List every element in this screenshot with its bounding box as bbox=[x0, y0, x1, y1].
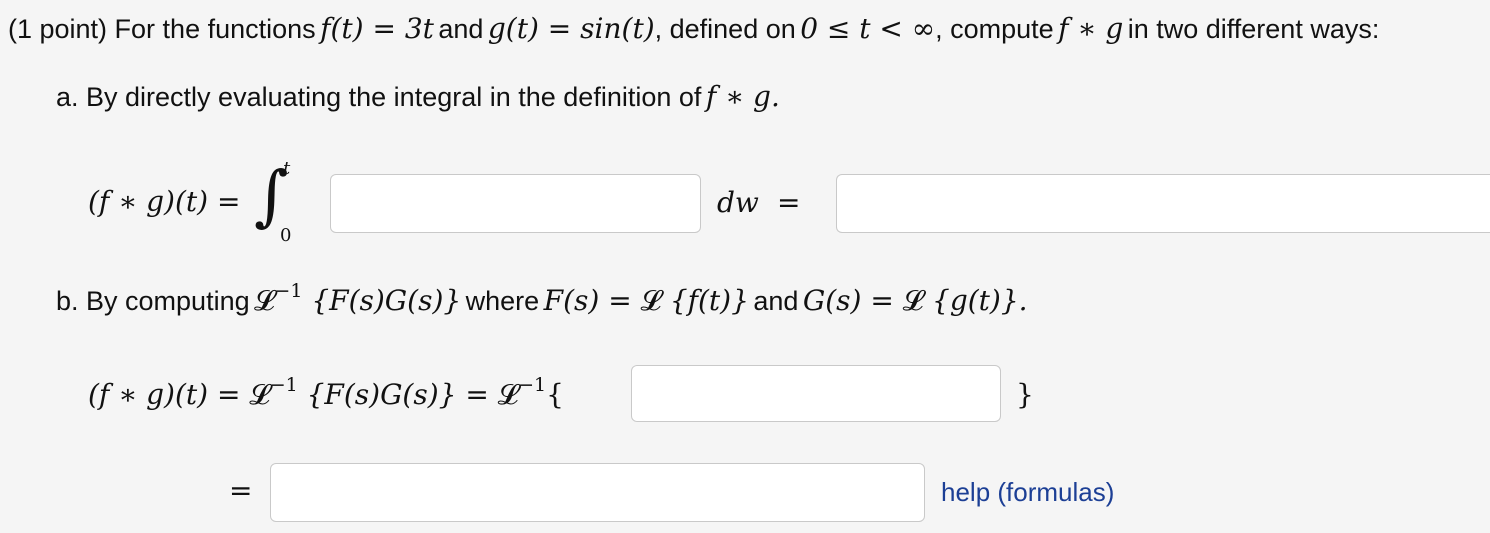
part-a-heading: a. By directly evaluating the integral i… bbox=[56, 80, 780, 113]
g-definition: g(t) = sin(t) bbox=[487, 12, 655, 45]
f-definition: f(t) = 3t bbox=[320, 12, 434, 45]
inverse-laplace-symbol-2: 𝓛 bbox=[249, 378, 270, 411]
part-a-text: a. By directly evaluating the integral i… bbox=[56, 82, 702, 112]
convolution-result-input-b[interactable] bbox=[270, 463, 925, 522]
help-formulas-link[interactable]: help (formulas) bbox=[941, 477, 1114, 508]
inverse-laplace-expression: 𝓛−1 {F(s)G(s)} bbox=[254, 280, 462, 317]
defined-on-text: , defined on bbox=[654, 14, 796, 44]
part-b-middle: {F(s)G(s)} = bbox=[306, 378, 498, 411]
part-b-lhs: (f ∗ g)(t) = bbox=[88, 378, 250, 411]
inverse-exponent: −1 bbox=[274, 280, 303, 302]
part-a-lhs: (f ∗ g)(t) = bbox=[88, 185, 241, 218]
inverse-laplace-symbol: 𝓛 bbox=[254, 284, 275, 317]
G-lhs: G(s) = bbox=[802, 284, 903, 317]
laplace-symbol-f: 𝓛 bbox=[640, 284, 661, 317]
product-braces: {F(s)G(s)} bbox=[311, 284, 462, 317]
part-a-convolution: f ∗ g. bbox=[705, 80, 780, 113]
inverse-laplace-symbol-3: 𝓛 bbox=[497, 378, 519, 411]
G-definition: G(s) = 𝓛 {g(t)}. bbox=[803, 284, 1028, 317]
F-lhs: F(s) = bbox=[543, 284, 641, 317]
transform-product-input[interactable] bbox=[631, 365, 1001, 422]
part-b-equation: (f ∗ g)(t) = 𝓛−1 {F(s)G(s)} = 𝓛−1{ bbox=[88, 374, 564, 412]
open-brace: { bbox=[546, 378, 564, 411]
inverse-exponent-3: −1 bbox=[518, 374, 547, 396]
inverse-exponent-2: −1 bbox=[269, 374, 298, 396]
intro-text: (1 point) For the functions bbox=[8, 14, 316, 44]
part-b-heading: b. By computing 𝓛−1 {F(s)G(s)} where F(s… bbox=[56, 280, 1028, 318]
part-b-text: b. By computing bbox=[56, 286, 250, 316]
integral-upper-limit: t bbox=[283, 158, 291, 179]
F-rhs: {f(t)} bbox=[669, 284, 749, 317]
F-definition: F(s) = 𝓛 {f(t)} bbox=[544, 284, 749, 317]
where-text: where bbox=[465, 286, 540, 316]
domain-expression: 0 ≤ t < ∞ bbox=[800, 12, 936, 45]
dw-label: dw bbox=[717, 186, 759, 219]
problem-statement: (1 point) For the functions f(t) = 3t an… bbox=[8, 12, 1379, 45]
compute-text: , compute bbox=[935, 14, 1054, 44]
and-text-b: and bbox=[753, 286, 799, 316]
part-b-equals: = bbox=[229, 474, 253, 507]
convolution-symbol: f ∗ g bbox=[1058, 12, 1124, 45]
part-a-equals: = bbox=[777, 186, 801, 219]
integrand-input[interactable] bbox=[330, 174, 701, 233]
G-rhs: {g(t)}. bbox=[932, 284, 1028, 317]
integral-lower-limit: 0 bbox=[280, 225, 292, 246]
laplace-symbol-g: 𝓛 bbox=[902, 284, 924, 317]
close-brace: } bbox=[1016, 378, 1034, 411]
two-ways-text: in two different ways: bbox=[1127, 14, 1380, 44]
and-text: and bbox=[438, 14, 484, 44]
convolution-result-input-a[interactable] bbox=[836, 174, 1490, 233]
